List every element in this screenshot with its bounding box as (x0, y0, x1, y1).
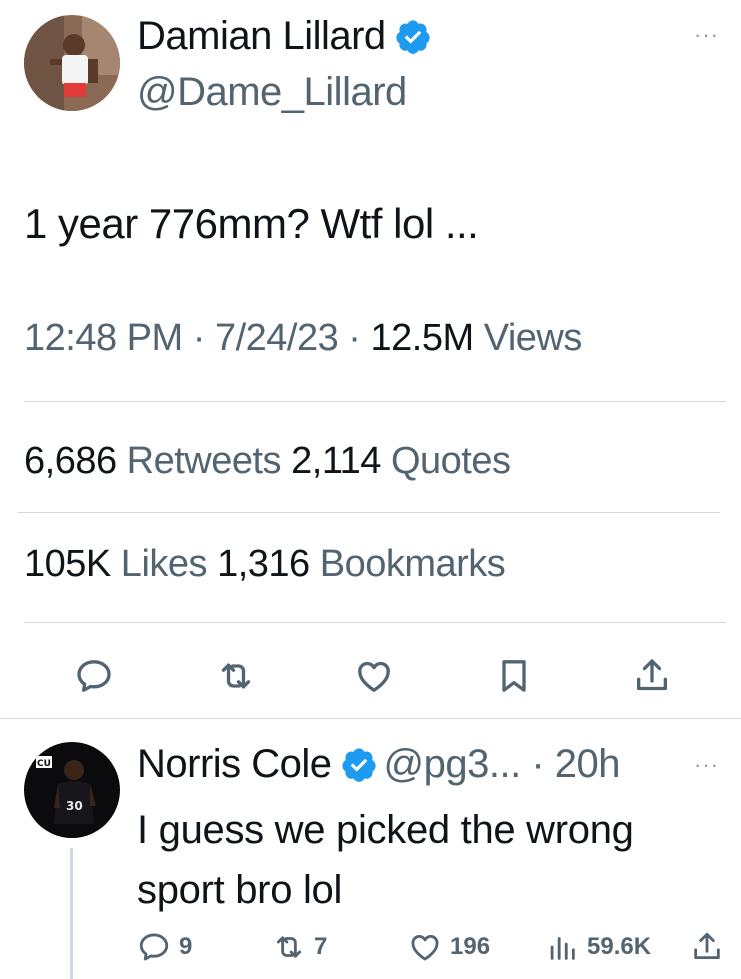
heart-icon (411, 935, 439, 961)
reply-views-button[interactable]: 59.6K (545, 930, 651, 964)
views-label[interactable]: Views (474, 317, 583, 359)
views-count[interactable]: 12.5M (371, 317, 475, 359)
likes-count[interactable]: 105K (24, 543, 111, 585)
divider (18, 512, 720, 513)
bookmark-button[interactable] (494, 656, 534, 696)
retweet-icon (221, 663, 251, 689)
tweet-text: 1 year 776mm? Wtf lol ... (24, 200, 479, 247)
svg-text:30: 30 (66, 799, 83, 813)
meta-separator: · (182, 317, 215, 359)
meta-separator: · (338, 317, 371, 359)
retweets-label[interactable]: Retweets (117, 440, 292, 482)
tweet-date[interactable]: 7/24/23 (215, 317, 339, 359)
tweet-action-bar (0, 656, 741, 700)
likes-bookmarks-row: 105K Likes 1,316 Bookmarks (24, 543, 506, 586)
divider (0, 718, 741, 719)
author-name-row[interactable]: Damian Lillard (137, 14, 432, 59)
tweet-meta: 12:48 PM · 7/24/23 · 12.5M Views (24, 317, 582, 360)
author-name[interactable]: Damian Lillard (137, 14, 386, 59)
share-button[interactable] (632, 656, 672, 696)
reply-like-button[interactable]: 196 (408, 930, 490, 964)
likes-label[interactable]: Likes (111, 543, 217, 585)
reply-action-bar: 9 7 196 59.6K (0, 930, 741, 970)
more-options-icon[interactable]: ··· (694, 22, 719, 48)
svg-text:CU: CU (37, 759, 51, 769)
reply-retweets-count: 7 (314, 933, 328, 960)
author-avatar[interactable] (24, 15, 120, 111)
share-icon (637, 659, 667, 691)
like-button[interactable] (354, 656, 394, 696)
reply-retweet-button[interactable]: 7 (272, 930, 327, 964)
reply-likes-count: 196 (450, 933, 491, 960)
tweet-time[interactable]: 12:48 PM (24, 317, 183, 359)
heart-icon (358, 661, 390, 692)
reply-header[interactable]: Norris Cole @pg3... · 20h (137, 742, 621, 787)
quotes-label[interactable]: Quotes (381, 440, 511, 482)
reply-text: I guess we picked the wrong sport bro lo… (137, 808, 634, 912)
reply-views-count: 59.6K (587, 933, 652, 960)
reply-icon (139, 933, 169, 961)
bookmark-icon (502, 660, 526, 692)
retweets-quotes-row: 6,686 Retweets 2,114 Quotes (24, 440, 511, 483)
author-handle[interactable]: @Dame_Lillard (137, 70, 407, 115)
reply-replies-count: 9 (179, 933, 193, 960)
retweet-icon (276, 936, 302, 958)
analytics-icon (550, 937, 575, 960)
retweet-button[interactable] (216, 656, 256, 696)
reply-icon (77, 660, 111, 692)
bookmarks-label[interactable]: Bookmarks (310, 543, 506, 585)
share-icon (694, 932, 720, 960)
reply-share-button[interactable] (690, 930, 732, 964)
author-avatar-image (24, 15, 120, 111)
reply-button[interactable] (74, 656, 114, 696)
bookmarks-count[interactable]: 1,316 (217, 543, 310, 585)
reply-author-avatar[interactable]: 30 CU (24, 742, 120, 838)
more-options-icon[interactable]: ··· (694, 752, 719, 778)
divider (24, 401, 726, 402)
divider (24, 622, 726, 623)
reply-reply-button[interactable]: 9 (137, 930, 192, 964)
reply-author-handle-time[interactable]: @pg3... · 20h (384, 742, 621, 787)
reply-author-name[interactable]: Norris Cole (137, 742, 332, 787)
verified-badge-icon (396, 19, 430, 54)
retweets-count[interactable]: 6,686 (24, 440, 117, 482)
verified-badge-icon (341, 747, 376, 782)
quotes-count[interactable]: 2,114 (291, 440, 381, 482)
reply-author-avatar-image: 30 CU (24, 742, 120, 838)
